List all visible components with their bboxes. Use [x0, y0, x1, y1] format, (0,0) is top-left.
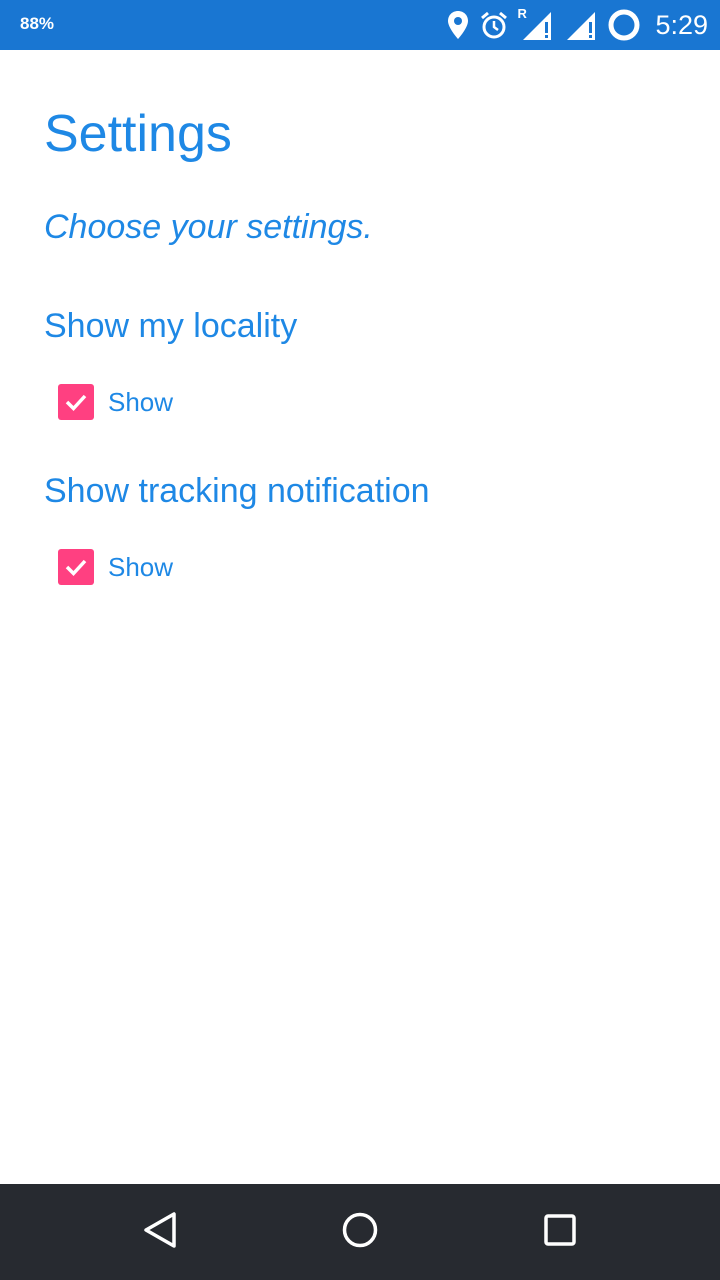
recents-button[interactable] [536, 1208, 584, 1256]
show-locality-checkbox[interactable]: Show [58, 384, 173, 420]
page-title: Settings [44, 105, 232, 163]
section-heading-tracking: Show tracking notification [44, 472, 430, 510]
section-heading-locality: Show my locality [44, 307, 298, 345]
status-icons: R 5:29 [447, 0, 708, 50]
status-bar: 88% R 5:29 [0, 0, 720, 50]
checkbox-label[interactable]: Show [108, 387, 173, 418]
roaming-indicator: R [517, 6, 527, 21]
checkbox-checked-icon[interactable] [58, 549, 94, 585]
signal-icon [563, 8, 597, 42]
back-button[interactable] [136, 1208, 184, 1256]
location-icon [447, 10, 469, 40]
page-subtitle: Choose your settings. [44, 208, 373, 246]
recents-icon[interactable] [540, 1210, 580, 1255]
battery-percent: 88% [20, 14, 55, 33]
battery-ring-icon [607, 8, 641, 42]
checkbox-checked-icon[interactable] [58, 384, 94, 420]
clock: 5:29 [655, 9, 708, 40]
back-icon[interactable] [140, 1210, 180, 1255]
signal-roaming-icon: R [517, 6, 553, 42]
show-tracking-checkbox[interactable]: Show [58, 549, 173, 585]
home-button[interactable] [336, 1208, 384, 1256]
home-icon[interactable] [340, 1210, 380, 1255]
alarm-icon [479, 10, 509, 40]
navigation-bar [0, 1184, 720, 1280]
checkbox-label[interactable]: Show [108, 552, 173, 583]
